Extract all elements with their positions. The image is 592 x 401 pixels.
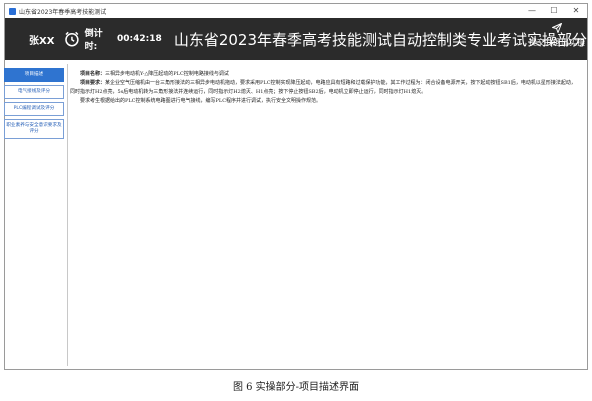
submit-exit-label: 提交并退出实操 — [529, 38, 585, 47]
maximize-button[interactable]: ☐ — [543, 4, 565, 18]
alarm-clock-icon — [65, 31, 79, 47]
sidebar-item-electrical-wiring[interactable]: 电气接线及评分 — [4, 85, 64, 99]
countdown-value: 00:42:18 — [117, 34, 162, 44]
figure-caption: 图 6 实操部分-项目描述界面 — [232, 382, 360, 393]
project-requirements-line2: 要求考生根据给出的PLC控制系统电路图进行电气接线，编写PLC程序并进行调试，执… — [80, 98, 322, 104]
sidebar-nav: 项目描述 电气接线及评分 PLC编程调试及评分 职业素养与安全意识要求及评分 — [4, 68, 64, 142]
window-controls: — ☐ ✕ — [521, 4, 587, 18]
app-icon — [9, 7, 16, 15]
sidebar-item-plc-programming[interactable]: PLC编程调试及评分 — [4, 102, 64, 116]
send-icon — [552, 23, 562, 33]
countdown-label: 倒计时: — [84, 29, 103, 52]
sidebar-item-label: 电气接线及评分 — [17, 89, 51, 94]
title-bar: 山东省2023年春季高考技能测试 — ☐ ✕ — [5, 4, 587, 18]
exam-header: 张XX 倒计时: 00:42:18 山东省2023年春季高考技能测试自动控制类专… — [5, 18, 587, 60]
project-name-label: 项目名称： — [80, 71, 106, 77]
project-requirements-label: 项目要求： — [80, 80, 106, 86]
user-name: 张XX — [29, 35, 55, 47]
project-name-value: 三相异步电动机Y-△降压起动的PLC控制电路接线与调试 — [105, 71, 229, 77]
sidebar-item-professional-quality[interactable]: 职业素养与安全意识要求及评分 — [4, 119, 64, 139]
project-requirements: 项目要求：某企业空气压缩机由一台三角形接法的三相异步电动机拖动，要求采用PLC控… — [70, 79, 578, 97]
project-name-line: 项目名称：三相异步电动机Y-△降压起动的PLC控制电路接线与调试 — [70, 70, 578, 79]
exam-title: 山东省2023年春季高考技能测试自动控制类专业考试实操部分 — [173, 30, 587, 49]
sidebar-item-label: 职业素养与安全意识要求及评分 — [6, 123, 62, 134]
close-button[interactable]: ✕ — [565, 4, 587, 18]
minimize-button[interactable]: — — [521, 4, 543, 18]
project-requirements-value: 某企业空气压缩机由一台三角形接法的三相异步电动机拖动，要求采用PLC控制实现降压… — [70, 80, 576, 95]
content-panel — [67, 64, 580, 366]
project-description: 项目名称：三相异步电动机Y-△降压起动的PLC控制电路接线与调试 项目要求：某企… — [70, 70, 578, 106]
window-title: 山东省2023年春季高考技能测试 — [19, 8, 107, 16]
submit-exit-button[interactable]: 提交并退出实操 — [529, 22, 585, 48]
sidebar-item-label: 项目描述 — [24, 72, 44, 77]
sidebar-item-label: PLC编程调试及评分 — [13, 106, 55, 111]
sidebar-item-project-description[interactable]: 项目描述 — [4, 68, 64, 82]
